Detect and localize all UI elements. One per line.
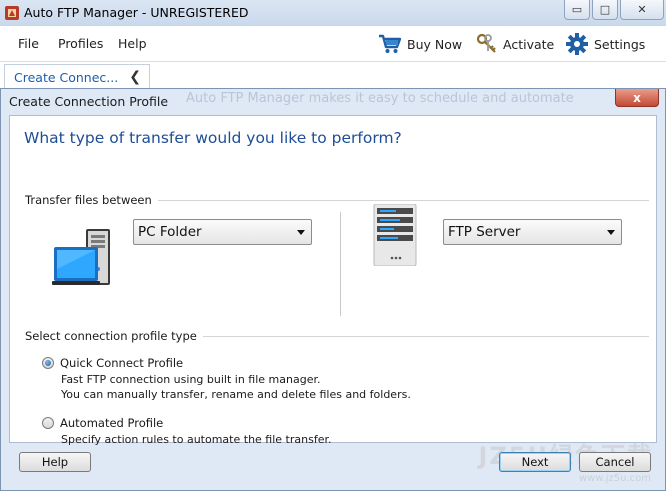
dialog-title: Create Connection Profile <box>9 94 169 109</box>
dialog-footer: JZ5U绿色下载 www.jz5u.com Help Next Cancel <box>1 442 665 491</box>
target-select-value: FTP Server <box>448 224 521 240</box>
close-icon: x <box>633 90 641 105</box>
help-button-label: Help <box>41 455 69 469</box>
quick-connect-radio[interactable] <box>42 357 54 369</box>
cancel-button-label: Cancel <box>595 455 635 469</box>
buy-now-button[interactable]: Buy Now <box>378 32 462 56</box>
source-select-value: PC Folder <box>138 224 202 240</box>
close-window-button[interactable]: ✕ <box>620 0 664 20</box>
minimize-button[interactable]: ▭ <box>564 0 590 20</box>
server-icon <box>373 204 417 266</box>
quick-connect-description-line1: Fast FTP connection using built in file … <box>61 373 321 386</box>
transfer-group-label: Transfer files between <box>25 193 158 207</box>
help-button[interactable]: Help <box>19 452 91 472</box>
buy-now-label: Buy Now <box>407 36 463 52</box>
quick-connect-label: Quick Connect Profile <box>60 356 184 370</box>
tab-bar: Create Connec... ❮ <box>0 62 666 90</box>
app-titlebar: Auto FTP Manager - UNREGISTERED ▭ □ ✕ <box>0 0 666 26</box>
dialog-body: What type of transfer would you like to … <box>9 115 657 446</box>
window-title: Auto FTP Manager - UNREGISTERED <box>24 5 249 20</box>
create-connection-dialog: Auto FTP Manager makes it easy to schedu… <box>0 88 666 491</box>
dialog-close-button[interactable]: x <box>615 89 659 107</box>
vertical-divider <box>340 212 341 316</box>
next-button-label: Next <box>521 455 549 469</box>
settings-button[interactable]: Settings <box>565 32 645 56</box>
gear-icon <box>566 33 588 55</box>
watermark-url: www.jz5u.com <box>578 473 651 484</box>
chevron-left-icon[interactable]: ❮ <box>129 69 141 85</box>
menu-bar: File Profiles Help Buy Now Activate Sett… <box>0 26 666 62</box>
automated-radio[interactable] <box>42 417 54 429</box>
source-select[interactable]: PC Folder <box>133 219 312 245</box>
profile-type-group-label: Select connection profile type <box>25 329 203 343</box>
background-description-text: Auto FTP Manager makes it easy to schedu… <box>186 91 574 106</box>
automated-label: Automated Profile <box>60 416 164 430</box>
chevron-down-icon <box>297 230 305 235</box>
chevron-down-icon <box>607 230 615 235</box>
menu-help[interactable]: Help <box>118 36 147 51</box>
settings-label: Settings <box>594 36 646 52</box>
quick-connect-description-line2: You can manually transfer, rename and de… <box>61 388 411 401</box>
minimize-icon: ▭ <box>571 3 583 16</box>
app-logo-icon <box>5 6 19 20</box>
tab-create-connection[interactable]: Create Connec... ❮ <box>4 64 150 90</box>
key-icon <box>476 33 496 53</box>
activate-label: Activate <box>503 36 555 52</box>
maximize-button[interactable]: □ <box>592 0 618 20</box>
cart-icon <box>379 34 402 53</box>
close-icon: ✕ <box>637 3 647 16</box>
activate-button[interactable]: Activate <box>476 32 554 56</box>
menu-profiles[interactable]: Profiles <box>58 36 103 51</box>
dialog-question: What type of transfer would you like to … <box>24 129 402 147</box>
next-button[interactable]: Next <box>499 452 571 472</box>
cancel-button[interactable]: Cancel <box>579 452 651 472</box>
pc-icon <box>52 229 110 285</box>
target-select[interactable]: FTP Server <box>443 219 622 245</box>
maximize-icon: □ <box>599 3 611 16</box>
tab-create-connection-label: Create Connec... <box>14 70 119 85</box>
menu-file[interactable]: File <box>18 36 39 51</box>
